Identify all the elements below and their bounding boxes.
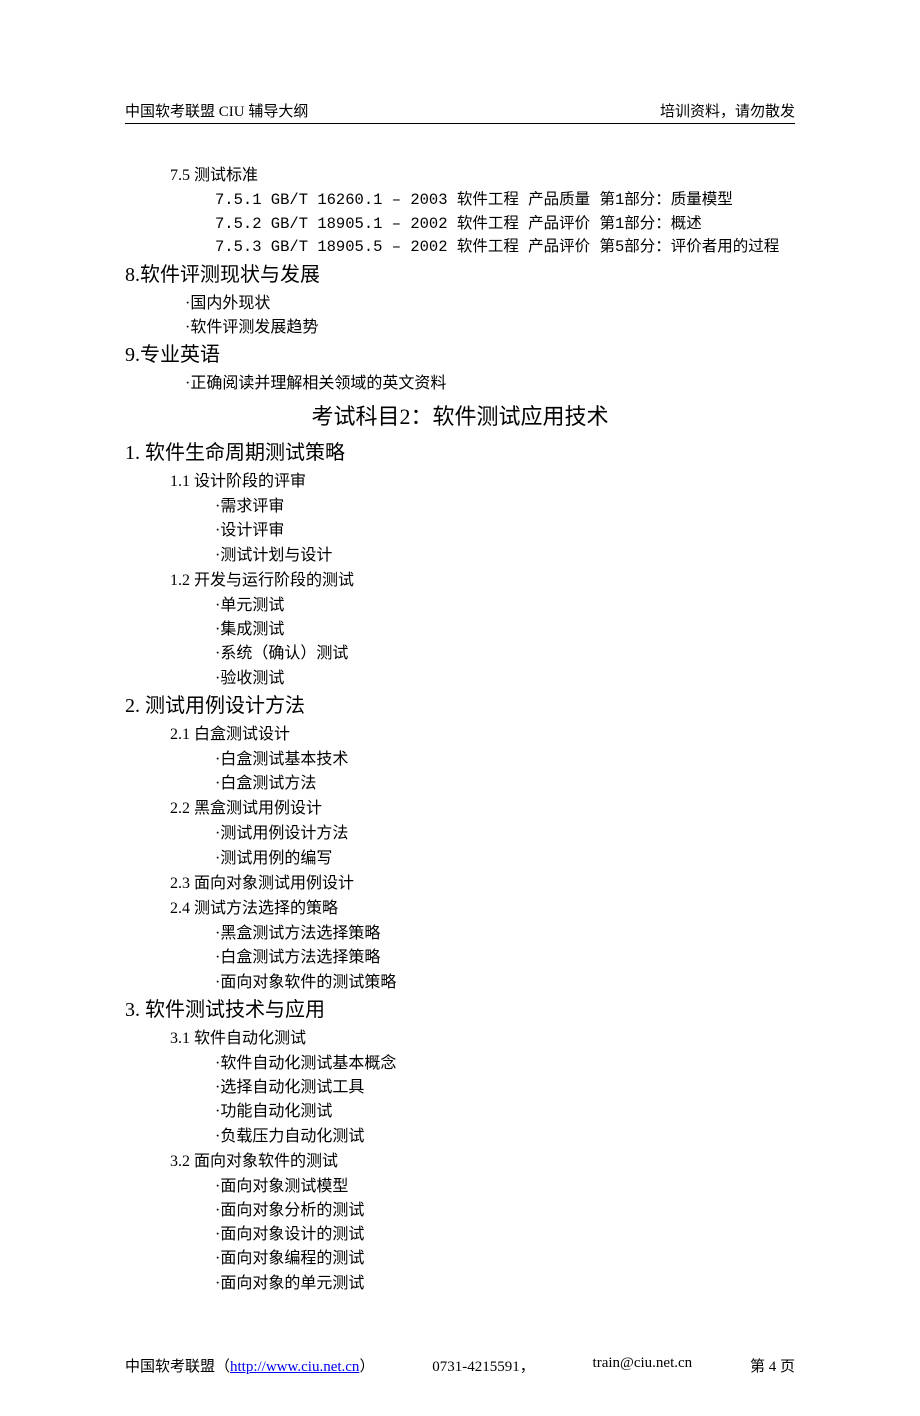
section-1-2-title: 1.2 开发与运行阶段的测试 xyxy=(170,569,795,592)
section-1-title: 1. 软件生命周期测试策略 xyxy=(125,439,795,468)
section-2-4-title: 2.4 测试方法选择的策略 xyxy=(170,897,795,920)
section-2-2-item: ·测试用例的编写 xyxy=(215,847,795,870)
section-3-2-item: ·面向对象分析的测试 xyxy=(215,1199,795,1222)
header-left: 中国软考联盟 CIU 辅导大纲 xyxy=(125,100,308,121)
section-3-2-item: ·面向对象编程的测试 xyxy=(215,1247,795,1270)
section-1-2-item: ·验收测试 xyxy=(215,667,795,690)
section-7-5-item: 7.5.1 GB/T 16260.1 – 2003 软件工程 产品质量 第1部分… xyxy=(215,189,795,211)
footer-org-prefix: 中国软考联盟（ xyxy=(125,1359,230,1375)
section-7-5-item: 7.5.3 GB/T 18905.5 – 2002 软件工程 产品评价 第5部分… xyxy=(215,236,795,258)
section-2-2-title: 2.2 黑盒测试用例设计 xyxy=(170,797,795,820)
section-1-2-item: ·系统（确认）测试 xyxy=(215,642,795,665)
section-3-2-item: ·面向对象的单元测试 xyxy=(215,1272,795,1295)
section-3-title: 3. 软件测试技术与应用 xyxy=(125,996,795,1025)
section-2-1-item: ·白盒测试基本技术 xyxy=(215,748,795,771)
section-1-2-item: ·集成测试 xyxy=(215,618,795,641)
section-7-5-title: 7.5 测试标准 xyxy=(170,164,795,187)
section-8-title: 8.软件评测现状与发展 xyxy=(125,261,795,290)
section-3-1-item: ·软件自动化测试基本概念 xyxy=(215,1052,795,1075)
section-9-item: ·正确阅读并理解相关领域的英文资料 xyxy=(185,372,795,395)
section-1-1-item: ·测试计划与设计 xyxy=(215,544,795,567)
section-2-4-item: ·黑盒测试方法选择策略 xyxy=(215,922,795,945)
section-1-2-item: ·单元测试 xyxy=(215,594,795,617)
section-2-4-item: ·面向对象软件的测试策略 xyxy=(215,971,795,994)
footer-email: train@ciu.net.cn xyxy=(593,1355,693,1376)
header-right: 培训资料，请勿散发 xyxy=(660,100,795,121)
section-1-1-item: ·设计评审 xyxy=(215,519,795,542)
section-2-3-title: 2.3 面向对象测试用例设计 xyxy=(170,872,795,895)
section-3-2-title: 3.2 面向对象软件的测试 xyxy=(170,1150,795,1173)
section-1-1-title: 1.1 设计阶段的评审 xyxy=(170,470,795,493)
section-3-2-item: ·面向对象测试模型 xyxy=(215,1175,795,1198)
section-3-2-item: ·面向对象设计的测试 xyxy=(215,1223,795,1246)
outline-content: 7.5 测试标准 7.5.1 GB/T 16260.1 – 2003 软件工程 … xyxy=(125,164,795,1295)
section-2-2-item: ·测试用例设计方法 xyxy=(215,822,795,845)
section-2-title: 2. 测试用例设计方法 xyxy=(125,692,795,721)
section-3-1-item: ·选择自动化测试工具 xyxy=(215,1076,795,1099)
footer-link[interactable]: http://www.ciu.net.cn xyxy=(230,1359,359,1375)
section-2-4-item: ·白盒测试方法选择策略 xyxy=(215,946,795,969)
section-8-item: ·软件评测发展趋势 xyxy=(185,316,795,339)
footer-page: 第 4 页 xyxy=(750,1355,795,1376)
footer-phone: 0731-4215591， xyxy=(432,1355,535,1376)
section-9-title: 9.专业英语 xyxy=(125,341,795,370)
section-3-1-item: ·功能自动化测试 xyxy=(215,1100,795,1123)
section-8-item: ·国内外现状 xyxy=(185,292,795,315)
section-3-1-title: 3.1 软件自动化测试 xyxy=(170,1027,795,1050)
section-3-1-item: ·负载压力自动化测试 xyxy=(215,1125,795,1148)
section-1-1-item: ·需求评审 xyxy=(215,495,795,518)
page-footer: 中国软考联盟（http://www.ciu.net.cn） 0731-42155… xyxy=(125,1355,795,1376)
page-header: 中国软考联盟 CIU 辅导大纲 培训资料，请勿散发 xyxy=(125,100,795,124)
section-7-5-item: 7.5.2 GB/T 18905.1 – 2002 软件工程 产品评价 第1部分… xyxy=(215,213,795,235)
section-2-1-title: 2.1 白盒测试设计 xyxy=(170,723,795,746)
subject-2-title: 考试科目2：软件测试应用技术 xyxy=(125,401,795,433)
section-2-1-item: ·白盒测试方法 xyxy=(215,772,795,795)
footer-org-suffix: ） xyxy=(359,1359,374,1375)
footer-org: 中国软考联盟（http://www.ciu.net.cn） xyxy=(125,1355,374,1376)
